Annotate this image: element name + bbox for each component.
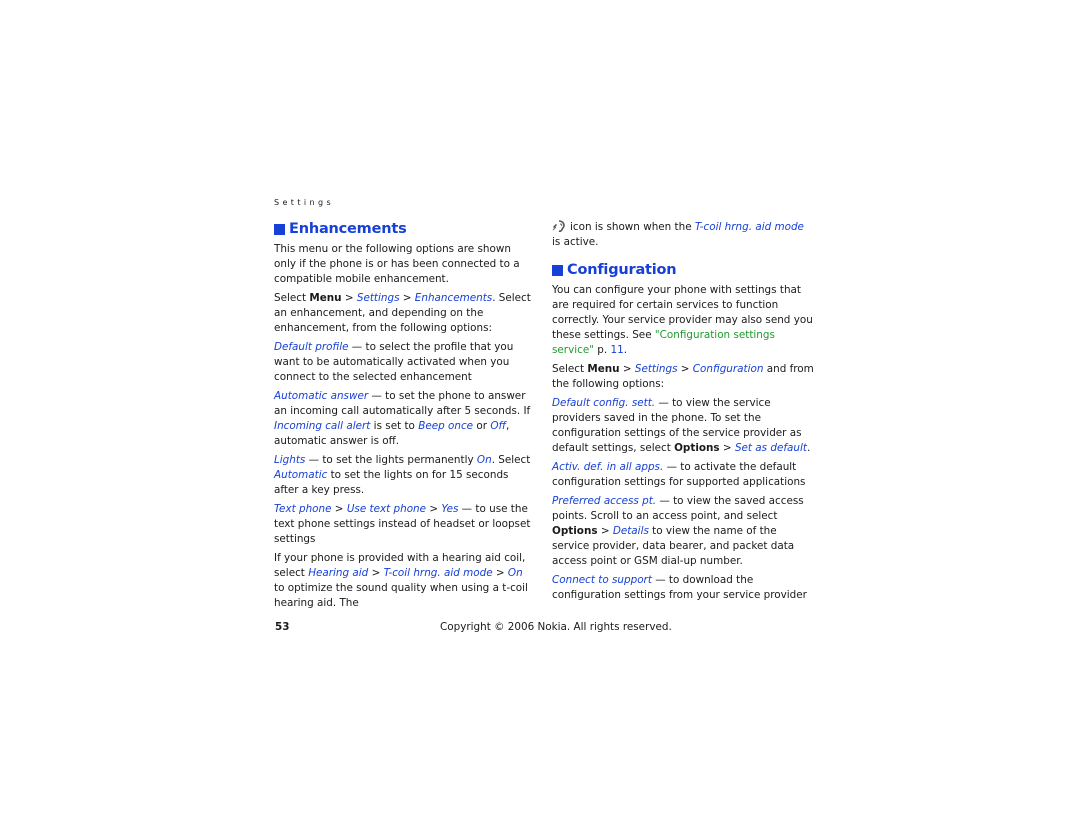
- text: or: [473, 420, 491, 432]
- enhancements-select-path: Select Menu > Settings > Enhancements. S…: [274, 291, 536, 336]
- configuration-intro: You can configure your phone with settin…: [552, 283, 814, 358]
- term-automatic-answer[interactable]: Automatic answer: [274, 390, 368, 402]
- term-preferred-access[interactable]: Preferred access pt.: [552, 495, 656, 507]
- term-default-config[interactable]: Default config. sett.: [552, 397, 655, 409]
- ref-tcoil-mode[interactable]: T-coil hrng. aid mode: [384, 567, 493, 579]
- text: .: [806, 442, 811, 454]
- heading-text: Configuration: [567, 262, 677, 278]
- settings-link[interactable]: Settings: [357, 292, 400, 304]
- xref-page-number[interactable]: 11: [611, 344, 624, 356]
- ref-tcoil-mode[interactable]: T-coil hrng. aid mode: [695, 221, 804, 233]
- running-head: Settings: [274, 198, 335, 207]
- section-heading-configuration: Configuration: [552, 261, 814, 279]
- option-default-profile: Default profile — to select the profile …: [274, 340, 536, 385]
- icon-note: icon is shown when the T-coil hrng. aid …: [552, 220, 814, 250]
- text: .: [623, 344, 628, 356]
- separator: >: [426, 503, 442, 515]
- separator: >: [719, 442, 735, 454]
- square-bullet-icon: [274, 223, 285, 235]
- manual-page: Settings Enhancements This menu or the f…: [0, 0, 1080, 834]
- ref-on[interactable]: On: [477, 454, 492, 466]
- term-default-profile[interactable]: Default profile: [274, 341, 349, 353]
- separator: >: [619, 363, 635, 375]
- text: is active.: [552, 236, 599, 248]
- text: to optimize the sound quality when using…: [274, 582, 528, 609]
- option-preferred-access: Preferred access pt. — to view the saved…: [552, 494, 814, 569]
- hearing-aid-icon: [552, 220, 566, 232]
- hearing-aid-paragraph: If your phone is provided with a hearing…: [274, 551, 536, 611]
- ref-on[interactable]: On: [508, 567, 523, 579]
- ref-automatic[interactable]: Automatic: [274, 469, 327, 481]
- text: is set to: [370, 420, 419, 432]
- separator: >: [331, 503, 347, 515]
- term-use-text-phone[interactable]: Use text phone: [347, 503, 426, 515]
- term-text-phone[interactable]: Text phone: [274, 503, 332, 515]
- settings-link[interactable]: Settings: [635, 363, 678, 375]
- option-text-phone: Text phone > Use text phone > Yes — to u…: [274, 502, 536, 547]
- option-default-config: Default config. sett. — to view the serv…: [552, 396, 814, 456]
- ref-details[interactable]: Details: [613, 525, 649, 537]
- ref-beep-once[interactable]: Beep once: [418, 420, 473, 432]
- option-activ-def: Activ. def. in all apps. — to activate t…: [552, 460, 814, 490]
- term-connect-support[interactable]: Connect to support: [552, 574, 652, 586]
- text: Select: [552, 363, 588, 375]
- configuration-select-path: Select Menu > Settings > Configuration a…: [552, 362, 814, 392]
- term-activ-def[interactable]: Activ. def. in all apps.: [552, 461, 663, 473]
- right-column: icon is shown when the T-coil hrng. aid …: [552, 220, 814, 607]
- ref-off[interactable]: Off: [490, 420, 506, 432]
- text: icon is shown when the: [570, 221, 695, 233]
- option-automatic-answer: Automatic answer — to set the phone to a…: [274, 389, 536, 449]
- section-heading-enhancements: Enhancements: [274, 220, 536, 238]
- term-yes[interactable]: Yes: [441, 503, 458, 515]
- separator: >: [492, 567, 508, 579]
- option-connect-support: Connect to support — to download the con…: [552, 573, 814, 603]
- separator: >: [368, 567, 384, 579]
- options-label: Options: [674, 442, 720, 454]
- text: p.: [594, 344, 611, 356]
- copyright-notice: Copyright © 2006 Nokia. All rights reser…: [440, 621, 672, 633]
- ref-hearing-aid[interactable]: Hearing aid: [308, 567, 368, 579]
- ref-incoming-call-alert[interactable]: Incoming call alert: [274, 420, 370, 432]
- text: — to set the lights permanently: [305, 454, 477, 466]
- menu-label: Menu: [309, 292, 342, 304]
- option-lights: Lights — to set the lights permanently O…: [274, 453, 536, 498]
- configuration-link[interactable]: Configuration: [693, 363, 764, 375]
- options-label: Options: [552, 525, 598, 537]
- text: . Select: [491, 454, 531, 466]
- term-lights[interactable]: Lights: [274, 454, 305, 466]
- separator: >: [677, 363, 693, 375]
- ref-set-as-default[interactable]: Set as default: [735, 442, 807, 454]
- separator: >: [399, 292, 415, 304]
- enhancements-link[interactable]: Enhancements: [415, 292, 492, 304]
- menu-label: Menu: [587, 363, 620, 375]
- separator: >: [597, 525, 613, 537]
- heading-text: Enhancements: [289, 221, 407, 237]
- square-bullet-icon: [552, 264, 563, 276]
- left-column: Enhancements This menu or the following …: [274, 220, 536, 615]
- text: Select: [274, 292, 310, 304]
- separator: >: [341, 292, 357, 304]
- page-number: 53: [275, 621, 290, 633]
- enhancements-intro: This menu or the following options are s…: [274, 243, 520, 285]
